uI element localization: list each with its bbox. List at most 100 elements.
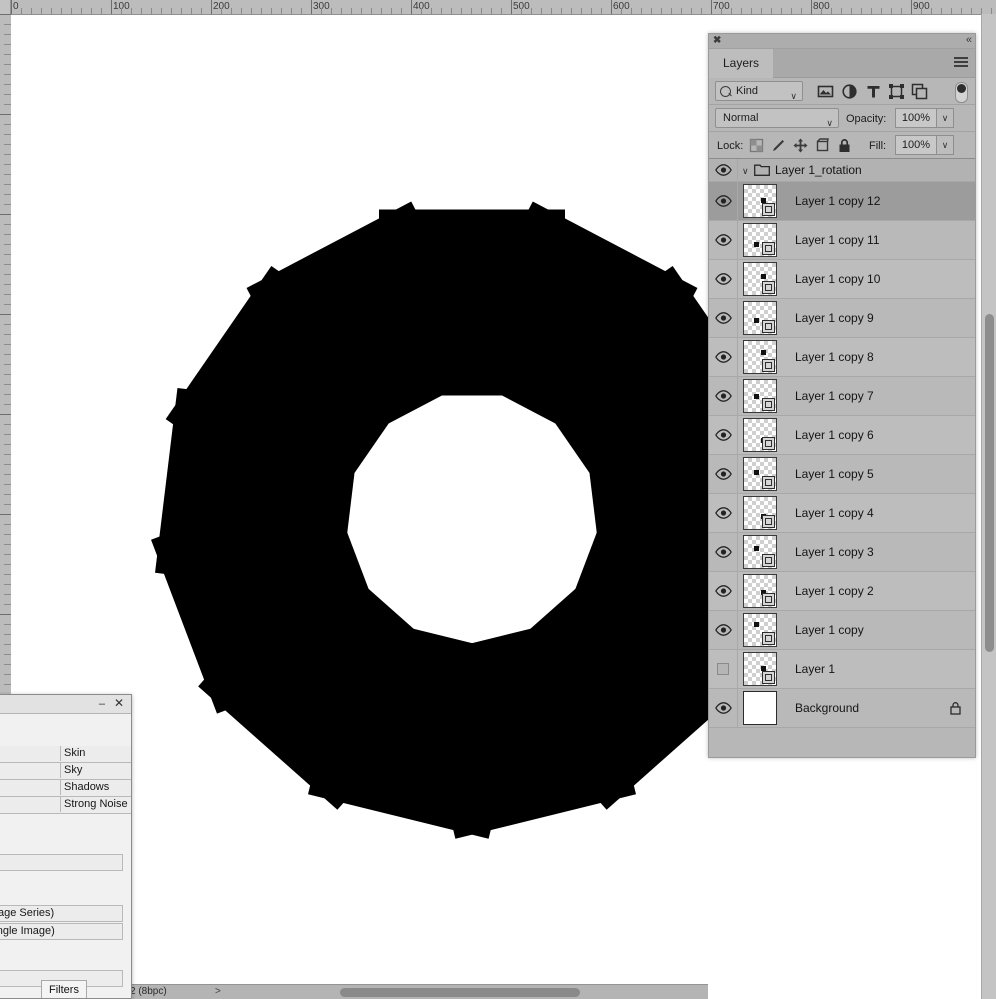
lock-all-icon[interactable] — [837, 138, 852, 153]
expand-group-chevron-icon[interactable]: ∨ — [742, 166, 749, 177]
visibility-eye-icon[interactable] — [715, 390, 732, 402]
visibility-eye-icon[interactable] — [715, 312, 732, 324]
lock-image-pixels-icon[interactable] — [771, 138, 786, 153]
visibility-eye-icon[interactable] — [715, 164, 732, 176]
filter-kind-select[interactable]: Kind ∨ — [715, 81, 803, 101]
chevron-down-icon[interactable]: ∨ — [826, 114, 833, 133]
layer-row[interactable]: Layer 1 copy 9 — [709, 299, 975, 338]
layer-thumbnail[interactable] — [743, 301, 777, 335]
layer-row[interactable]: Layer 1 copy 11 — [709, 221, 975, 260]
visibility-eye-icon[interactable] — [715, 273, 732, 285]
lock-transparency-icon[interactable] — [749, 138, 764, 153]
horizontal-ruler[interactable]: 0 100 200 300 400 500 600 700 800 900 — [0, 0, 996, 15]
filter-list-item[interactable]: Shadows — [0, 780, 131, 797]
layer-thumbnail[interactable] — [743, 457, 777, 491]
lock-position-icon[interactable] — [793, 138, 808, 153]
visibility-eye-icon[interactable] — [715, 429, 732, 441]
visibility-column[interactable] — [709, 182, 738, 220]
layer-thumbnail[interactable] — [743, 574, 777, 608]
layer-row[interactable]: Background — [709, 689, 975, 728]
window-vertical-scrollbar[interactable] — [981, 14, 996, 999]
visibility-column[interactable] — [709, 159, 738, 181]
layer-thumbnail[interactable] — [743, 652, 777, 686]
filter-enable-toggle[interactable] — [955, 82, 968, 103]
chevron-down-icon[interactable]: ∨ — [790, 87, 797, 106]
layer-row[interactable]: Layer 1 copy 6 — [709, 416, 975, 455]
layer-group-row[interactable]: ∨ Layer 1_rotation — [709, 159, 975, 182]
visibility-column[interactable] — [709, 533, 738, 571]
tab-layers[interactable]: Layers — [709, 49, 774, 78]
smart-object-filter-icon[interactable] — [911, 83, 928, 100]
visibility-column[interactable] — [709, 299, 738, 337]
collapse-panel-icon[interactable]: « — [966, 34, 972, 47]
status-bar-chevron-icon[interactable]: > — [215, 986, 221, 997]
pixel-layer-filter-icon[interactable] — [817, 83, 834, 100]
fill-input[interactable]: 100% — [895, 135, 937, 155]
visibility-eye-icon[interactable] — [715, 507, 732, 519]
layer-row[interactable]: Layer 1 copy 10 — [709, 260, 975, 299]
layer-thumbnail[interactable] — [743, 613, 777, 647]
layer-row[interactable]: Layer 1 copy — [709, 611, 975, 650]
layer-row[interactable]: Layer 1 copy 12 — [709, 182, 975, 221]
filter-list-item[interactable]: Skin — [0, 746, 131, 763]
visibility-eye-off-icon[interactable] — [717, 663, 729, 675]
layer-row[interactable]: Layer 1 copy 5 — [709, 455, 975, 494]
filter-list-item[interactable]: resStrong Noise — [0, 797, 131, 814]
layer-thumbnail[interactable] — [743, 496, 777, 530]
visibility-eye-icon[interactable] — [715, 546, 732, 558]
ruler-origin-corner[interactable] — [0, 0, 11, 14]
close-icon[interactable]: ✕ — [114, 696, 124, 710]
minimize-icon[interactable]: – — [99, 698, 105, 710]
layer-thumbnail[interactable] — [743, 223, 777, 257]
layer-row[interactable]: Layer 1 copy 2 — [709, 572, 975, 611]
visibility-eye-icon[interactable] — [715, 195, 732, 207]
layer-row[interactable]: Layer 1 copy 4 — [709, 494, 975, 533]
visibility-eye-icon[interactable] — [715, 351, 732, 363]
layer-thumbnail[interactable] — [743, 184, 777, 218]
type-layer-filter-icon[interactable] — [865, 83, 882, 100]
wide-filter-button[interactable] — [0, 854, 123, 871]
vscroll-thumb[interactable] — [985, 314, 994, 652]
tab-filters[interactable]: Filters — [41, 980, 87, 998]
visibility-column[interactable] — [709, 689, 738, 727]
lock-artboard-icon[interactable] — [815, 138, 830, 153]
shape-layer-filter-icon[interactable] — [888, 83, 905, 100]
blend-mode-select[interactable]: Normal ∨ — [715, 108, 839, 128]
layer-thumbnail[interactable] — [743, 691, 777, 725]
filter-list-item[interactable]: Sky — [0, 763, 131, 780]
visibility-column[interactable] — [709, 572, 738, 610]
visibility-column[interactable] — [709, 377, 738, 415]
layer-row[interactable]: Layer 1 copy 7 — [709, 377, 975, 416]
fill-stepper[interactable]: ∨ — [937, 135, 954, 155]
visibility-eye-icon[interactable] — [715, 585, 732, 597]
visibility-column[interactable] — [709, 455, 738, 493]
visibility-column[interactable] — [709, 338, 738, 376]
layer-thumbnail[interactable] — [743, 340, 777, 374]
hamburger-menu-icon[interactable] — [954, 57, 968, 68]
visibility-eye-icon[interactable] — [715, 234, 732, 246]
visibility-column[interactable] — [709, 650, 738, 688]
visibility-column[interactable] — [709, 494, 738, 532]
filter-button[interactable]: ng (Single Image) — [0, 923, 123, 940]
dialog-titlebar[interactable]: ol – ✕ — [0, 695, 131, 714]
close-icon[interactable]: ✖ — [713, 35, 721, 47]
hscroll-thumb[interactable] — [340, 988, 580, 997]
visibility-column[interactable] — [709, 416, 738, 454]
layer-row[interactable]: Layer 1 copy 3 — [709, 533, 975, 572]
opacity-input[interactable]: 100% — [895, 108, 937, 128]
layer-thumbnail[interactable] — [743, 535, 777, 569]
visibility-eye-icon[interactable] — [715, 702, 732, 714]
layer-thumbnail[interactable] — [743, 262, 777, 296]
visibility-eye-icon[interactable] — [715, 624, 732, 636]
visibility-column[interactable] — [709, 260, 738, 298]
layer-thumbnail[interactable] — [743, 418, 777, 452]
visibility-column[interactable] — [709, 221, 738, 259]
adjustment-layer-filter-icon[interactable] — [841, 83, 858, 100]
filter-button[interactable]: ple Image Series) — [0, 905, 123, 922]
visibility-column[interactable] — [709, 611, 738, 649]
layer-row[interactable]: Layer 1 — [709, 650, 975, 689]
opacity-stepper[interactable]: ∨ — [937, 108, 954, 128]
layer-row[interactable]: Layer 1 copy 8 — [709, 338, 975, 377]
visibility-eye-icon[interactable] — [715, 468, 732, 480]
layer-thumbnail[interactable] — [743, 379, 777, 413]
